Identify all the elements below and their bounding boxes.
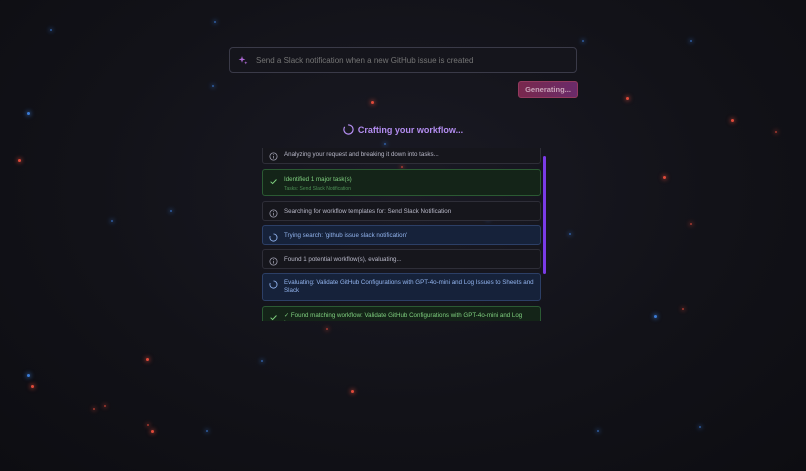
star xyxy=(151,430,154,433)
star xyxy=(326,328,328,330)
generate-button[interactable]: Generating... xyxy=(518,81,578,98)
check-icon xyxy=(270,179,277,185)
star xyxy=(261,360,263,362)
star xyxy=(654,315,657,318)
step-subtext: Tasks: Send Slack Notification xyxy=(284,186,351,192)
star xyxy=(170,210,172,212)
star xyxy=(147,424,149,426)
spinner-icon xyxy=(343,124,354,135)
prompt-box[interactable] xyxy=(229,47,577,73)
step-identified: Identified 1 major task(s) Tasks: Send S… xyxy=(262,169,541,196)
star xyxy=(18,159,21,162)
sparkle-icon xyxy=(238,55,248,65)
spinner-icon xyxy=(269,233,278,242)
star xyxy=(27,112,30,115)
step-evaluating: Evaluating: Validate GitHub Configuratio… xyxy=(262,273,541,301)
step-matching: ✓ Found matching workflow: Validate GitH… xyxy=(262,306,541,321)
step-found: Found 1 potential workflow(s), evaluatin… xyxy=(262,249,541,269)
step-text: ✓ Found matching workflow: Validate GitH… xyxy=(284,312,523,321)
step-text: Evaluating: Validate GitHub Configuratio… xyxy=(284,279,534,294)
star xyxy=(626,97,629,100)
spinner-icon xyxy=(269,280,278,289)
step-searching: Searching for workflow templates for: Se… xyxy=(262,201,541,221)
step-text: Searching for workflow templates for: Se… xyxy=(284,208,452,215)
step-text: Identified 1 major task(s) xyxy=(284,176,352,183)
star xyxy=(384,143,386,145)
log-scrollbar[interactable] xyxy=(543,156,546,274)
star xyxy=(104,405,106,407)
star xyxy=(146,358,149,361)
step-trying-search: Trying search: 'github issue slack notif… xyxy=(262,225,541,245)
info-icon xyxy=(269,209,278,218)
star xyxy=(371,101,374,104)
step-text: Analyzing your request and breaking it d… xyxy=(284,151,439,158)
status-title: Crafting your workflow... xyxy=(0,124,806,135)
star xyxy=(31,385,34,388)
star xyxy=(214,21,216,23)
star xyxy=(93,408,95,410)
star xyxy=(597,430,599,432)
star xyxy=(690,40,692,42)
step-analyzing: Analyzing your request and breaking it d… xyxy=(262,148,541,164)
star xyxy=(682,308,684,310)
star xyxy=(569,233,571,235)
star xyxy=(27,374,30,377)
check-icon xyxy=(270,315,277,321)
star xyxy=(699,426,701,428)
star xyxy=(663,176,666,179)
step-text: Found 1 potential workflow(s), evaluatin… xyxy=(284,256,402,263)
status-title-text: Crafting your workflow... xyxy=(357,124,464,135)
star xyxy=(690,223,692,225)
star xyxy=(111,220,113,222)
star xyxy=(50,29,52,31)
info-icon xyxy=(269,257,278,266)
star xyxy=(351,390,354,393)
info-icon xyxy=(269,152,278,161)
step-text: Trying search: 'github issue slack notif… xyxy=(284,232,408,239)
star xyxy=(731,119,734,122)
star xyxy=(212,85,214,87)
star xyxy=(206,430,208,432)
progress-log[interactable]: Analyzing your request and breaking it d… xyxy=(262,148,546,321)
prompt-input[interactable] xyxy=(256,55,568,65)
star xyxy=(582,40,584,42)
